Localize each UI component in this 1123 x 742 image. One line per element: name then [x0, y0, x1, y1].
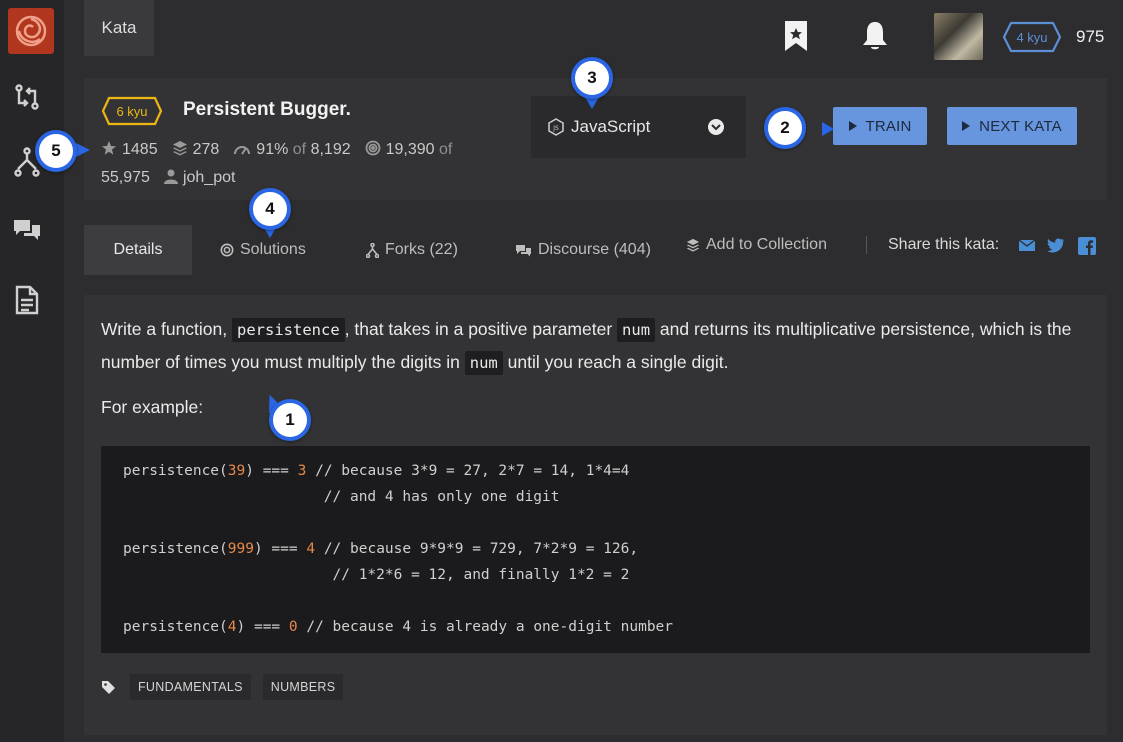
- kata-rank-label: 6 kyu: [116, 103, 148, 119]
- code-example: persistence(39) === 3 // because 3*9 = 2…: [101, 446, 1090, 653]
- discuss-icon[interactable]: [12, 215, 42, 245]
- kata-description: Write a function, persistence, that take…: [101, 313, 1091, 379]
- kata-stats: 1485 278 91% of 8,192 19,390 of 55,975 joh_po…: [101, 137, 511, 193]
- layers-icon: [686, 238, 700, 252]
- marker-pointer: [822, 122, 834, 136]
- annotation-marker-4: 4: [249, 188, 291, 230]
- next-kata-button[interactable]: NEXT KATA: [947, 107, 1077, 145]
- inline-code: num: [464, 351, 503, 375]
- collections-stat[interactable]: 278: [172, 141, 219, 158]
- train-button[interactable]: TRAIN: [833, 107, 927, 145]
- annotation-marker-2: 2: [764, 107, 806, 149]
- code-line: persistence(39) === 3 // because 3*9 = 2…: [123, 463, 630, 479]
- kata-title: Persistent Bugger.: [183, 99, 351, 120]
- comments-icon: [515, 244, 532, 257]
- code-line: persistence(999) === 4 // because 9*9*9 …: [123, 541, 639, 557]
- author[interactable]: joh_pot: [163, 169, 235, 186]
- annotation-marker-5: 5: [35, 130, 77, 172]
- add-to-collection[interactable]: Add to Collection: [686, 220, 827, 270]
- language-select[interactable]: JS JavaScript: [531, 96, 746, 158]
- tag-numbers[interactable]: NUMBERS: [262, 674, 344, 700]
- target-icon: [220, 243, 234, 257]
- star-icon: [101, 139, 117, 165]
- user-avatar[interactable]: [934, 13, 983, 60]
- codewars-logo[interactable]: [8, 8, 54, 54]
- code-line: // 1*2*6 = 12, and finally 1*2 = 2: [123, 567, 630, 583]
- user-rank-label: 4 kyu: [1016, 29, 1048, 45]
- target-icon: [365, 139, 381, 165]
- inline-code: num: [617, 318, 656, 342]
- honor-score: 975: [1076, 27, 1105, 46]
- tag-fundamentals[interactable]: FUNDAMENTALS: [130, 674, 251, 700]
- completions-total: 55,975: [101, 169, 150, 186]
- stars-stat[interactable]: 1485: [101, 141, 158, 158]
- email-icon[interactable]: [1018, 237, 1036, 255]
- nodejs-icon: JS: [548, 118, 564, 136]
- code-line: // and 4 has only one digit: [123, 489, 560, 505]
- divider: [866, 236, 867, 254]
- user-icon: [163, 167, 178, 193]
- fork-icon: [366, 242, 379, 258]
- twitter-icon[interactable]: [1047, 237, 1065, 255]
- layers-icon: [172, 139, 188, 165]
- annotation-marker-1: 1: [269, 399, 311, 441]
- language-value: JavaScript: [571, 117, 651, 136]
- kata-nav-tab[interactable]: Kata: [84, 0, 154, 56]
- tag-icon: [101, 680, 116, 695]
- share-label: Share this kata:: [888, 236, 1000, 253]
- bookmark-icon[interactable]: [781, 18, 811, 54]
- tags-row: FUNDAMENTALS NUMBERS: [101, 674, 355, 700]
- satisfaction-stat: 91% of 8,192: [233, 141, 351, 158]
- tab-discourse[interactable]: Discourse (404): [515, 225, 651, 275]
- completions-stat: 19,390 of: [365, 140, 452, 158]
- practice-icon[interactable]: [12, 82, 42, 112]
- facebook-icon[interactable]: [1078, 237, 1096, 255]
- bell-icon[interactable]: [860, 18, 890, 54]
- inline-code: persistence: [232, 318, 345, 342]
- kata-rank-badge: 6 kyu: [101, 96, 163, 126]
- gauge-icon: [233, 139, 251, 165]
- play-icon: [962, 121, 971, 131]
- code-line: persistence(4) === 0 // because 4 is alr…: [123, 619, 674, 635]
- tab-forks[interactable]: Forks (22): [366, 225, 458, 275]
- annotation-marker-3: 3: [571, 57, 613, 99]
- play-icon: [848, 121, 857, 131]
- svg-text:JS: JS: [552, 125, 559, 132]
- for-example-label: For example:: [101, 397, 204, 417]
- tab-details[interactable]: Details: [84, 225, 192, 275]
- marker-pointer: [76, 143, 90, 157]
- user-rank-badge: 4 kyu: [1002, 21, 1062, 53]
- docs-icon[interactable]: [12, 285, 42, 315]
- chevron-down-icon: [708, 119, 724, 135]
